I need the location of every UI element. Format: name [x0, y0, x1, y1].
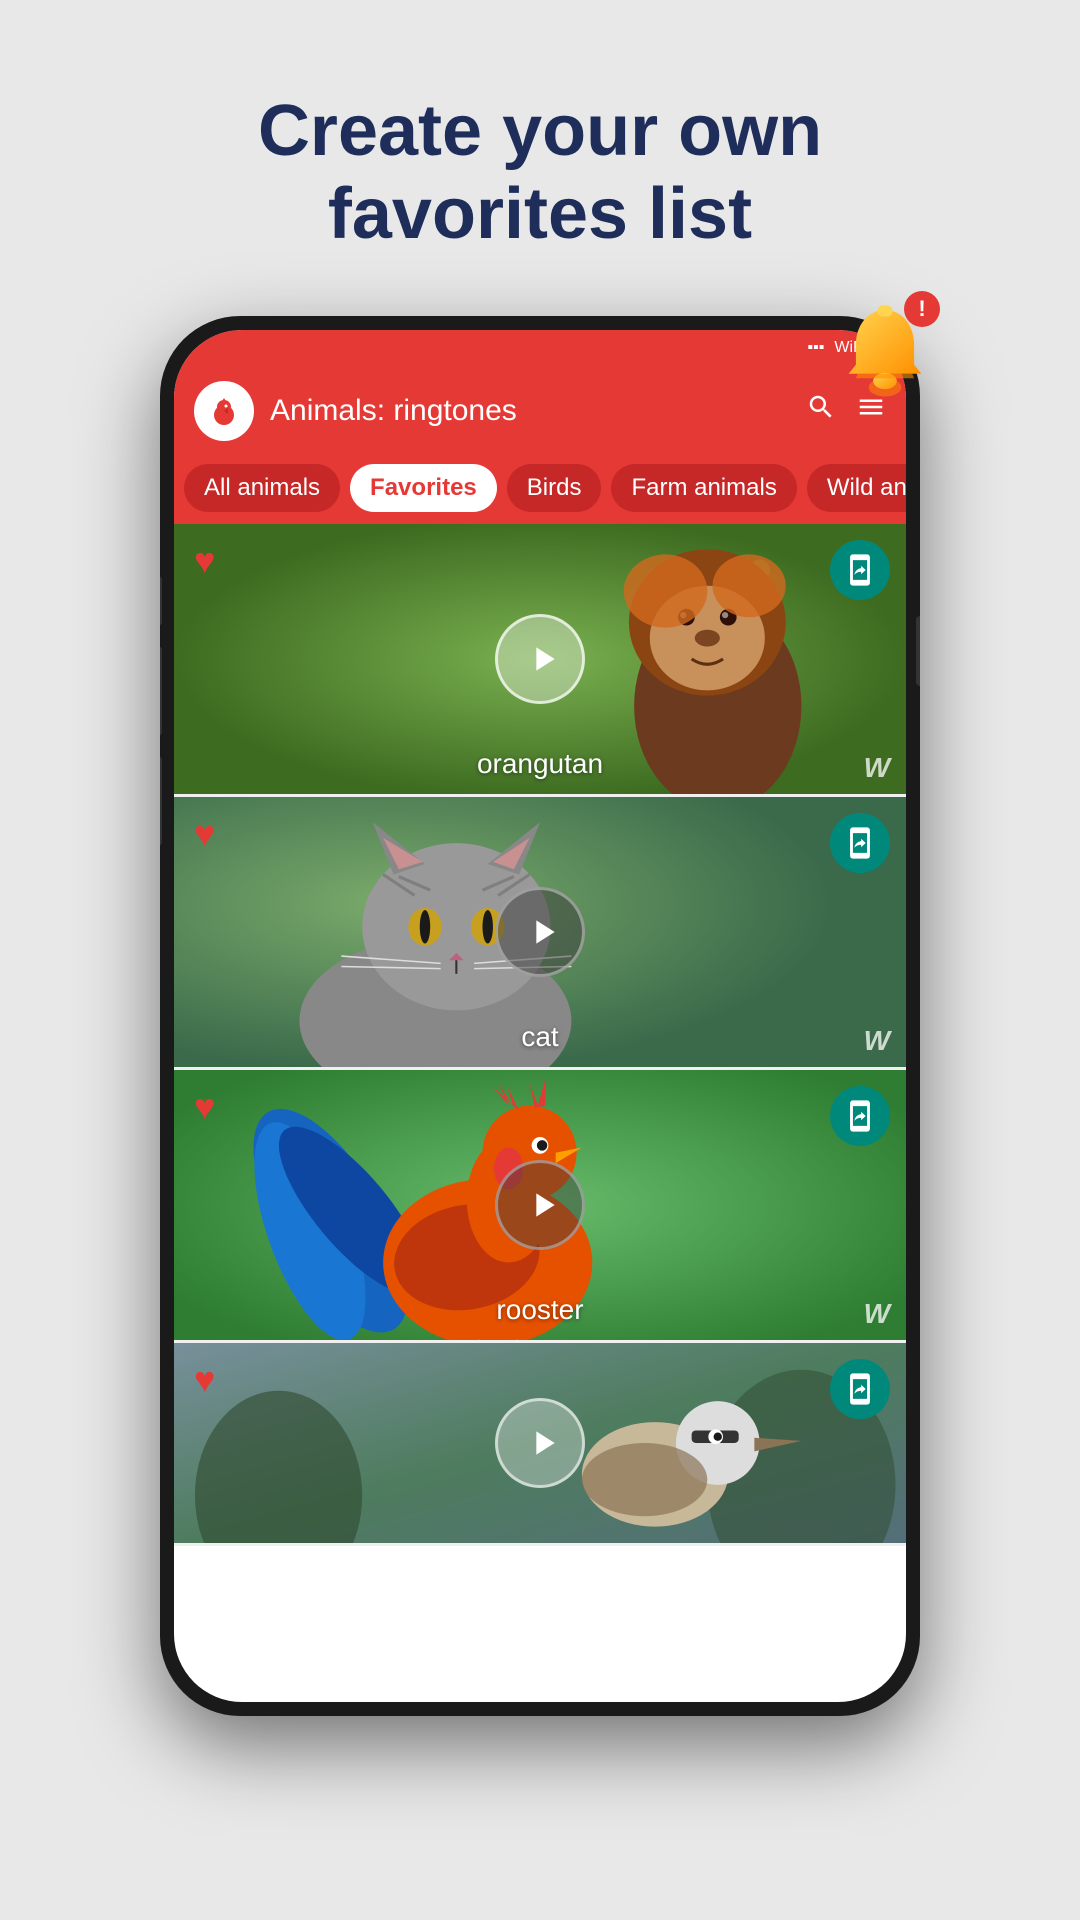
tab-farm-animals[interactable]: Farm animals: [611, 464, 796, 512]
animals-list: ♥ orangutan W: [174, 524, 906, 1546]
ringtone-btn-orangutan[interactable]: [830, 540, 890, 600]
wiki-btn-cat[interactable]: W: [864, 1025, 890, 1057]
phone-frame: ▪▪▪ WiFi ■ Animals: ringtones: [160, 316, 920, 1716]
favorite-btn-orangutan[interactable]: ♥: [194, 540, 215, 582]
headline: Create your own favorites list: [190, 90, 890, 256]
favorite-btn-bird[interactable]: ♥: [194, 1359, 215, 1401]
app-title: Animals: ringtones: [270, 394, 790, 428]
tab-wild-animals[interactable]: Wild an...: [807, 464, 906, 512]
status-bar: ▪▪▪ WiFi ■: [174, 330, 906, 366]
animal-card-orangutan: ♥ orangutan W: [174, 524, 906, 794]
play-btn-cat[interactable]: [495, 887, 585, 977]
tab-favorites[interactable]: Favorites: [350, 464, 497, 512]
play-btn-orangutan[interactable]: [495, 614, 585, 704]
phone-screen: ▪▪▪ WiFi ■ Animals: ringtones: [174, 330, 906, 1702]
animal-card-rooster: ♥ rooster W: [174, 1070, 906, 1340]
category-tabs: All animals Favorites Birds Farm animals…: [174, 456, 906, 524]
ringtone-btn-cat[interactable]: [830, 813, 890, 873]
bell-notification[interactable]: !: [820, 286, 950, 416]
animal-name-orangutan: orangutan: [477, 748, 603, 780]
volume-down-button: [160, 646, 162, 736]
ringtone-btn-rooster[interactable]: [830, 1086, 890, 1146]
ringtone-btn-bird[interactable]: [830, 1359, 890, 1419]
play-btn-rooster[interactable]: [495, 1160, 585, 1250]
rooster-logo-icon: [206, 393, 242, 429]
animal-card-cat: ♥ cat W: [174, 797, 906, 1067]
power-button: [916, 616, 920, 686]
wiki-btn-rooster[interactable]: W: [864, 1298, 890, 1330]
wiki-btn-orangutan[interactable]: W: [864, 752, 890, 784]
tab-all-animals[interactable]: All animals: [184, 464, 340, 512]
phone-mockup: ! ▪▪▪ WiFi ■: [160, 316, 920, 1716]
app-logo: [194, 381, 254, 441]
tab-birds[interactable]: Birds: [507, 464, 602, 512]
animal-name-rooster: rooster: [496, 1294, 583, 1326]
silent-button: [160, 756, 162, 846]
volume-up-button: [160, 576, 162, 626]
favorite-btn-cat[interactable]: ♥: [194, 813, 215, 855]
play-btn-bird[interactable]: [495, 1398, 585, 1488]
bell-badge: !: [904, 291, 940, 327]
animal-card-bird: ♥: [174, 1343, 906, 1543]
animal-name-cat: cat: [521, 1021, 558, 1053]
favorite-btn-rooster[interactable]: ♥: [194, 1086, 215, 1128]
app-header: Animals: ringtones: [174, 366, 906, 456]
